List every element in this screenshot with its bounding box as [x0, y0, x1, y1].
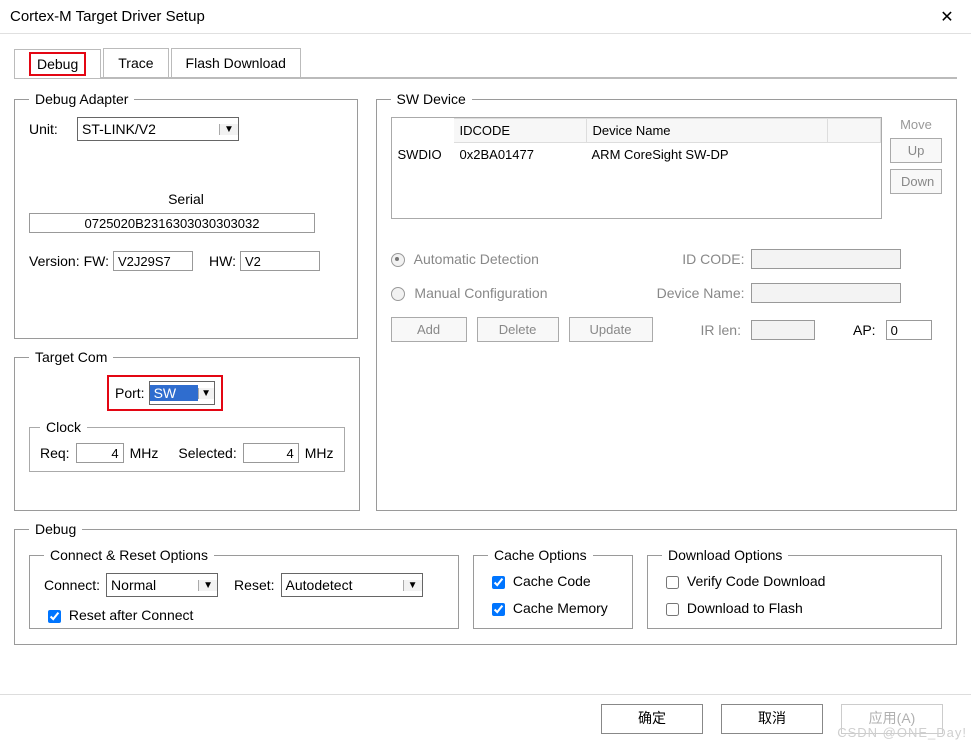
device-table: IDCODE Device Name SWDIO 0x2BA01477 ARM … — [391, 117, 882, 219]
device-idcode: 0x2BA01477 — [454, 143, 586, 166]
port-value: SW — [150, 385, 198, 401]
down-button[interactable]: Down — [890, 169, 942, 194]
idcode-input — [751, 249, 901, 269]
serial-label: Serial — [29, 191, 343, 207]
titlebar: Cortex-M Target Driver Setup ✕ — [0, 0, 971, 34]
radio-auto[interactable]: Automatic Detection — [391, 251, 651, 267]
up-button[interactable]: Up — [890, 138, 942, 163]
selected-value: 4 — [243, 443, 299, 463]
legend-debug: Debug — [29, 521, 82, 537]
reset-after-checkbox[interactable] — [48, 610, 61, 623]
col-devname: Device Name — [587, 118, 828, 143]
group-debug-adapter: Debug Adapter Unit: ST-LINK/V2 ▼ Serial … — [14, 91, 358, 339]
req-label: Req: — [40, 445, 70, 461]
close-icon[interactable]: ✕ — [933, 7, 961, 27]
delete-button[interactable]: Delete — [477, 317, 559, 342]
irlen-label: IR len: — [701, 322, 741, 338]
unit-select[interactable]: ST-LINK/V2 ▼ — [77, 117, 239, 141]
verify-checkbox[interactable] — [666, 576, 679, 589]
group-connect-reset: Connect & Reset Options Connect: Normal … — [29, 547, 459, 629]
radio-manual[interactable]: Manual Configuration — [391, 285, 651, 301]
device-row[interactable]: SWDIO 0x2BA01477 ARM CoreSight SW-DP — [392, 143, 881, 166]
legend-connect-reset: Connect & Reset Options — [44, 547, 214, 563]
tab-trace[interactable]: Trace — [103, 48, 168, 77]
group-cache-options: Cache Options Cache Code Cache Memory — [473, 547, 633, 629]
fw-label: FW: — [84, 253, 109, 269]
cache-memory-checkbox[interactable] — [492, 603, 505, 616]
req-unit: MHz — [130, 445, 159, 461]
chevron-down-icon: ▼ — [403, 580, 422, 591]
serial-value: 0725020B2316303030303032 — [29, 213, 315, 233]
device-name: ARM CoreSight SW-DP — [586, 143, 829, 166]
tab-debug-highlight: Debug — [29, 52, 86, 76]
irlen-input — [751, 320, 815, 340]
watermark: CSDN @ONE_Day! — [837, 725, 967, 740]
col-idcode: IDCODE — [454, 118, 587, 143]
group-sw-device: SW Device IDCODE Device Name SWDIO 0x2BA… — [376, 91, 957, 511]
group-clock: Clock Req: 4 MHz Selected: 4 MHz — [29, 419, 345, 472]
group-target-com: Target Com Port: SW ▼ Clock Req: 4 — [14, 349, 360, 511]
reset-after-label: Reset after Connect — [69, 607, 194, 623]
legend-sw-device: SW Device — [391, 91, 472, 107]
hw-label: HW: — [209, 253, 236, 269]
device-rowhdr: SWDIO — [392, 143, 454, 166]
tabstrip: Debug Trace Flash Download — [14, 48, 957, 79]
tab-debug[interactable]: Debug — [14, 49, 101, 78]
tab-flash-download[interactable]: Flash Download — [171, 48, 301, 77]
hw-value: V2 — [240, 251, 320, 271]
idcode-label: ID CODE: — [651, 251, 751, 267]
legend-download-options: Download Options — [662, 547, 788, 563]
legend-cache-options: Cache Options — [488, 547, 593, 563]
req-input[interactable]: 4 — [76, 443, 124, 463]
download-to-flash-checkbox[interactable] — [666, 603, 679, 616]
chevron-down-icon: ▼ — [219, 124, 238, 135]
radio-icon — [391, 253, 405, 267]
reset-select[interactable]: Autodetect ▼ — [281, 573, 423, 597]
update-button[interactable]: Update — [569, 317, 653, 342]
add-button[interactable]: Add — [391, 317, 467, 342]
ap-label: AP: — [853, 322, 876, 338]
device-table-header: IDCODE Device Name — [392, 118, 881, 143]
cancel-button[interactable]: 取消 — [721, 704, 823, 734]
chevron-down-icon: ▼ — [198, 580, 217, 591]
group-download-options: Download Options Verify Code Download Do… — [647, 547, 942, 629]
cache-code-checkbox[interactable] — [492, 576, 505, 589]
connect-label: Connect: — [44, 577, 100, 593]
port-highlight: Port: SW ▼ — [107, 375, 223, 411]
chevron-down-icon: ▼ — [198, 388, 214, 399]
fw-value: V2J29S7 — [113, 251, 193, 271]
devname-input — [751, 283, 901, 303]
connect-select[interactable]: Normal ▼ — [106, 573, 218, 597]
radio-icon — [391, 287, 405, 301]
dialog-button-bar: 确定 取消 应用(A) CSDN @ONE_Day! — [0, 694, 971, 742]
legend-clock: Clock — [40, 419, 87, 435]
unit-label: Unit: — [29, 121, 69, 137]
ap-input[interactable]: 0 — [886, 320, 932, 340]
selected-unit: MHz — [305, 445, 334, 461]
move-label: Move — [890, 117, 942, 132]
window-title: Cortex-M Target Driver Setup — [10, 8, 933, 25]
unit-value: ST-LINK/V2 — [78, 121, 219, 137]
reset-label: Reset: — [234, 577, 274, 593]
group-debug: Debug Connect & Reset Options Connect: N… — [14, 521, 957, 645]
port-select[interactable]: SW ▼ — [149, 381, 215, 405]
ok-button[interactable]: 确定 — [601, 704, 703, 734]
legend-target-com: Target Com — [29, 349, 113, 365]
selected-label: Selected: — [178, 445, 236, 461]
legend-debug-adapter: Debug Adapter — [29, 91, 134, 107]
version-label: Version: — [29, 253, 80, 269]
devname-label: Device Name: — [651, 285, 751, 301]
port-label: Port: — [115, 385, 145, 401]
